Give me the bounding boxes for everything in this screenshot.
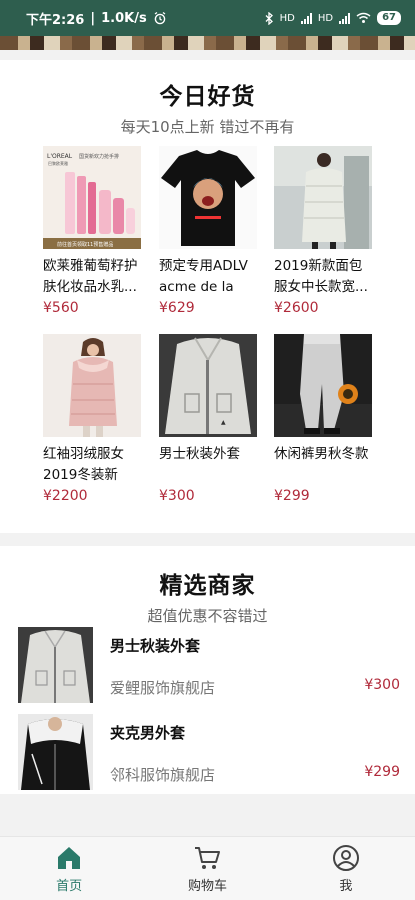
product-image-coat[interactable] xyxy=(274,146,372,249)
product-card[interactable]: L'OREAL 巴黎欧莱雅 国货新欢力抢手排 前往首页领取11预售赠品 欧莱雅葡… xyxy=(43,146,143,318)
tab-label: 我 xyxy=(339,878,353,894)
network-label-1: HD xyxy=(279,12,295,24)
product-name: 欧莱雅葡萄籽护肤化妆品水乳... xyxy=(43,258,138,295)
merchant-item[interactable]: 夹克男外套 邻科服饰旗舰店 ¥299 xyxy=(18,714,400,790)
product-name: 红袖羽绒服女2019冬装新款... xyxy=(43,446,124,483)
product-card[interactable]: 休闲裤男秋冬款 ¥299 xyxy=(274,334,374,506)
merchant-shop-name: 爱鲤服饰旗舰店 xyxy=(110,679,216,697)
status-time: 下午2:26 xyxy=(26,12,85,28)
svg-text:▲: ▲ xyxy=(221,419,226,426)
product-price: ¥2200 xyxy=(43,488,88,504)
wifi-icon xyxy=(356,12,371,23)
merchant-product-name: 男士秋装外套 xyxy=(110,637,201,655)
ad-brand-sub: 巴黎欧莱雅 xyxy=(48,160,68,166)
product-price: ¥299 xyxy=(274,488,310,504)
merchant-price: ¥300 xyxy=(364,677,400,693)
product-name: 休闲裤男秋冬款 xyxy=(274,446,369,462)
tab-profile[interactable]: 我 xyxy=(277,837,415,900)
section-subtitle: 每天10点上新 错过不再有 xyxy=(120,118,295,136)
product-image-pants[interactable] xyxy=(274,334,372,437)
product-card[interactable]: 红袖羽绒服女2019冬装新款... ¥2200 xyxy=(43,334,143,506)
merchant-item[interactable]: 男士秋装外套 爱鲤服饰旗舰店 ¥300 xyxy=(18,627,400,703)
merchant-shop-name: 邻科服饰旗舰店 xyxy=(110,766,216,784)
signal-icon-2 xyxy=(339,12,351,24)
product-name: 预定专用ADLV acme de la vie... xyxy=(159,258,248,295)
product-card[interactable]: 2019新款面包服女中长款宽... ¥2600 xyxy=(274,146,374,318)
product-card[interactable]: ▲ 男士秋装外套 ¥300 xyxy=(159,334,259,506)
tab-cart[interactable]: 购物车 xyxy=(138,837,276,900)
product-price: ¥629 xyxy=(159,300,195,316)
product-card[interactable]: 预定专用ADLV acme de la vie... ¥629 xyxy=(159,146,259,318)
product-name: 2019新款面包服女中长款宽... xyxy=(274,258,368,295)
status-right: HD HD 67 xyxy=(265,11,401,25)
cart-icon xyxy=(195,846,221,869)
product-price: ¥560 xyxy=(43,300,79,316)
status-divider: | xyxy=(90,10,96,26)
product-price: ¥2600 xyxy=(274,300,319,316)
network-speed: 1.0K/s xyxy=(101,10,147,26)
product-price: ¥300 xyxy=(159,488,195,504)
bottom-tab-bar: 首页 购物车 我 xyxy=(0,836,415,900)
alarm-icon xyxy=(154,11,166,25)
ad-brand: L'OREAL xyxy=(47,153,73,160)
merchant-product-name: 夹克男外套 xyxy=(110,724,186,742)
signal-icon xyxy=(300,12,312,24)
section-title: 今日好货 xyxy=(159,84,256,110)
today-deals-section: 今日好货 每天10点上新 错过不再有 L'OREAL 巴黎欧莱雅 国货新欢力抢手… xyxy=(0,60,415,533)
status-bar: 下午2:26 | 1.0K/s HD HD 67 xyxy=(0,0,415,36)
network-label-2: HD xyxy=(317,12,334,24)
product-image-tshirt[interactable] xyxy=(159,146,257,249)
battery-indicator: 67 xyxy=(377,11,401,25)
ad-headline: 国货新欢力抢手排 xyxy=(79,153,119,160)
merchant-price: ¥299 xyxy=(364,764,400,780)
home-icon xyxy=(58,846,81,869)
product-image-mens-jacket[interactable]: ▲ xyxy=(159,334,257,437)
merchant-thumbnail[interactable] xyxy=(18,714,93,790)
merchant-thumbnail[interactable] xyxy=(18,627,93,703)
product-image-pink-jacket[interactable] xyxy=(43,334,141,437)
featured-merchants-section: 精选商家 超值优惠不容错过 男士秋装外套 爱鲤服饰旗舰店 ¥300 夹克男外套 … xyxy=(0,546,415,794)
section-title: 精选商家 xyxy=(159,573,256,599)
ad-footer: 前往首页领取11预售赠品 xyxy=(57,241,113,248)
tab-home[interactable]: 首页 xyxy=(0,837,138,900)
tab-label: 购物车 xyxy=(187,878,227,894)
status-left: 下午2:26 | 1.0K/s xyxy=(26,9,167,28)
banner-image-strip[interactable] xyxy=(0,36,415,50)
product-name: 男士秋装外套 xyxy=(159,446,240,462)
tab-label: 首页 xyxy=(56,878,83,894)
section-subtitle: 超值优惠不容错过 xyxy=(147,607,268,625)
product-image-cosmetics[interactable]: L'OREAL 巴黎欧莱雅 国货新欢力抢手排 前往首页领取11预售赠品 xyxy=(43,146,141,249)
bluetooth-icon xyxy=(265,11,273,25)
profile-icon xyxy=(332,844,359,871)
